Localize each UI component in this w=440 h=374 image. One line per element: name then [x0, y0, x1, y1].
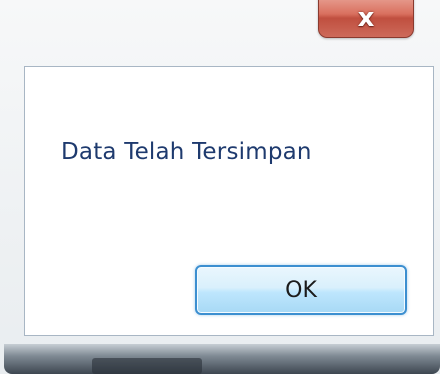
- dialog-content-panel: Data Telah Tersimpan OK: [24, 66, 434, 336]
- close-button[interactable]: x: [318, 0, 414, 38]
- ok-button[interactable]: OK: [195, 265, 407, 315]
- window-bottom-frame: [4, 344, 440, 374]
- close-icon: x: [357, 3, 375, 33]
- dialog-message: Data Telah Tersimpan: [61, 139, 312, 165]
- message-dialog: x Data Telah Tersimpan OK: [0, 0, 440, 374]
- background-window-fragment: [92, 358, 202, 374]
